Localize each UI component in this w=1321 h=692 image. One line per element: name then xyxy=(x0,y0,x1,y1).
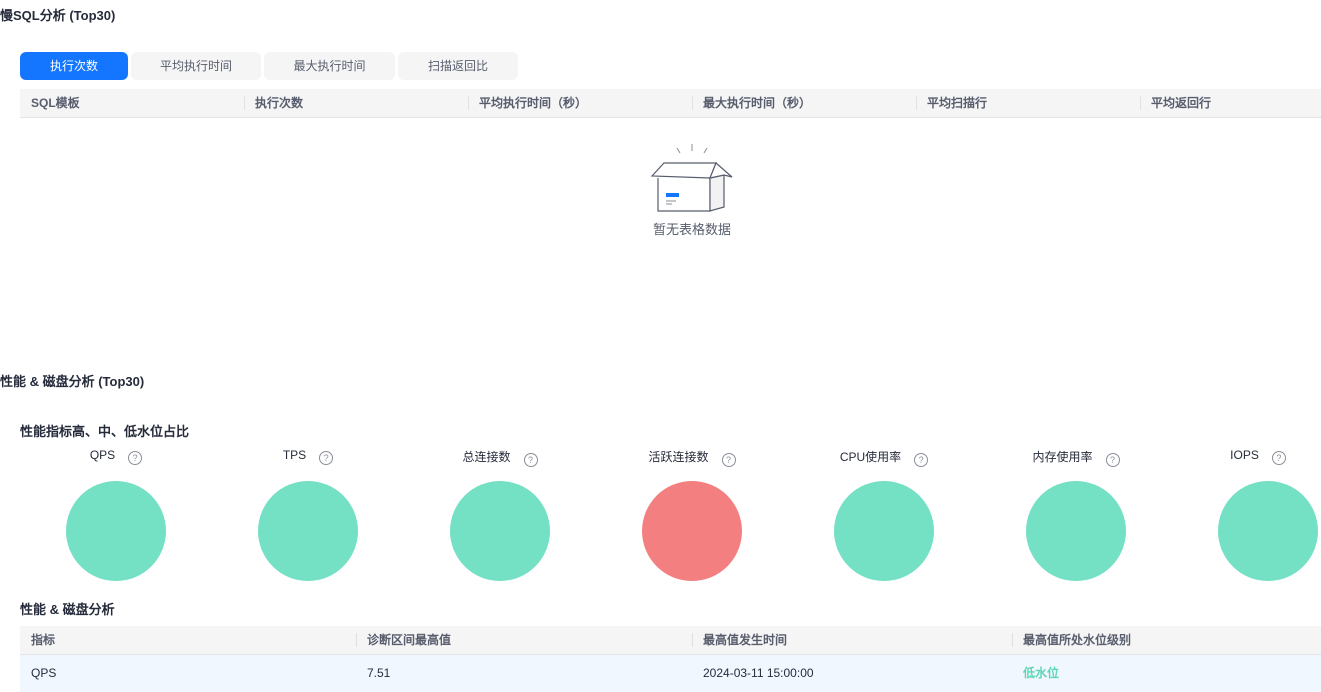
help-icon[interactable]: ? xyxy=(1105,453,1120,467)
tab-max-exec-time[interactable]: 最大执行时间 xyxy=(264,52,395,80)
empty-state-text: 暂无表格数据 xyxy=(652,222,731,237)
cell-metric: QPS xyxy=(31,666,57,680)
gauge-iops: IOPS? xyxy=(1218,448,1318,582)
tab-exec-count[interactable]: 执行次数 xyxy=(20,52,128,80)
empty-box-icon xyxy=(650,144,733,212)
table-header-divider xyxy=(20,117,1321,118)
slow-sql-tabs: 执行次数 平均执行时间 最大执行时间 扫描返回比 xyxy=(20,52,518,80)
gauge-label: 总连接数 xyxy=(462,450,511,464)
gauge-qps: QPS? xyxy=(66,448,166,582)
help-icon[interactable]: ? xyxy=(319,451,334,465)
help-icon[interactable]: ? xyxy=(721,453,736,467)
level-circle[interactable] xyxy=(1218,481,1318,581)
column-max-time[interactable]: 最高值发生时间 xyxy=(692,626,1012,654)
column-avg-scan-rows[interactable]: 平均扫描行 xyxy=(916,89,1140,117)
help-icon[interactable]: ? xyxy=(914,453,929,467)
gauge-label: CPU使用率 xyxy=(839,450,902,464)
analysis-title: 性能 & 磁盘分析 xyxy=(20,602,115,617)
gauge-cpu-usage: CPU使用率? xyxy=(834,448,934,582)
gauge-total-connections: 总连接数? xyxy=(450,448,550,582)
level-ratio-title: 性能指标高、中、低水位占比 xyxy=(20,424,190,439)
gauge-label: 活跃连接数 xyxy=(648,450,709,464)
column-exec-count[interactable]: 执行次数 xyxy=(244,89,468,117)
column-metric[interactable]: 指标 xyxy=(20,626,356,654)
slow-sql-table-header: SQL模板 执行次数 平均执行时间（秒） 最大执行时间（秒） 平均扫描行 平均返… xyxy=(20,89,1321,117)
analysis-table-header: 指标 诊断区间最高值 最高值发生时间 最高值所处水位级别 xyxy=(20,626,1321,654)
gauge-label: IOPS xyxy=(1230,448,1259,462)
level-circle[interactable] xyxy=(450,481,550,581)
level-circle[interactable] xyxy=(834,481,934,581)
column-level[interactable]: 最高值所处水位级别 xyxy=(1012,626,1321,654)
column-sql-template[interactable]: SQL模板 xyxy=(20,89,244,117)
column-avg-return-rows[interactable]: 平均返回行 xyxy=(1140,89,1321,117)
cell-max-value: 7.51 xyxy=(367,666,391,680)
table-row[interactable]: QPS 7.51 2024-03-11 15:00:00 低水位 xyxy=(20,655,1321,692)
slow-sql-title: 慢SQL分析 (Top30) xyxy=(0,8,116,23)
cell-max-time: 2024-03-11 15:00:00 xyxy=(703,666,814,680)
help-icon[interactable]: ? xyxy=(523,453,538,467)
cell-level: 低水位 xyxy=(1023,666,1060,680)
column-max-exec-time[interactable]: 最大执行时间（秒） xyxy=(692,89,916,117)
help-icon[interactable]: ? xyxy=(1271,451,1286,465)
help-icon[interactable]: ? xyxy=(128,451,143,465)
column-max-value[interactable]: 诊断区间最高值 xyxy=(356,626,692,654)
empty-state: 暂无表格数据 xyxy=(642,140,742,237)
page: 慢SQL分析 (Top30) 执行次数 平均执行时间 最大执行时间 扫描返回比 … xyxy=(0,0,1321,692)
gauge-memory-usage: 内存使用率? xyxy=(1026,448,1126,582)
level-circle[interactable] xyxy=(258,481,358,581)
level-circle[interactable] xyxy=(1026,481,1126,581)
gauge-label: TPS xyxy=(282,448,307,462)
gauge-label: QPS xyxy=(89,448,116,462)
tab-scan-return-ratio[interactable]: 扫描返回比 xyxy=(398,52,518,80)
gauge-tps: TPS? xyxy=(258,448,358,582)
gauge-active-connections: 活跃连接数? xyxy=(642,448,742,582)
performance-title: 性能 & 磁盘分析 (Top30) xyxy=(0,374,145,389)
column-avg-exec-time[interactable]: 平均执行时间（秒） xyxy=(468,89,692,117)
tab-avg-exec-time[interactable]: 平均执行时间 xyxy=(131,52,261,80)
gauge-label: 内存使用率 xyxy=(1032,450,1093,464)
level-circle[interactable] xyxy=(66,481,166,581)
level-circle[interactable] xyxy=(642,481,742,581)
